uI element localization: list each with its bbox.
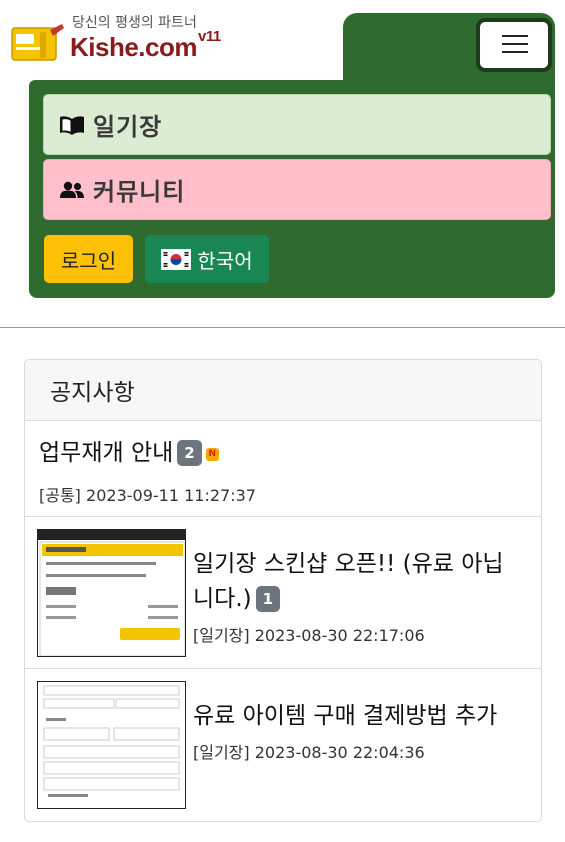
hamburger-bar [502, 43, 528, 45]
comment-count-badge: 2 [177, 440, 202, 466]
site-logo[interactable]: 당신의 평생의 파트너 Kishe.comv11 [10, 10, 230, 72]
language-label: 한국어 [197, 248, 253, 273]
language-button[interactable]: 한국어 [145, 235, 269, 283]
nav-item-diary[interactable]: 일기장 [43, 94, 551, 155]
hamburger-bar [502, 51, 528, 53]
diary-logo-icon [11, 24, 64, 61]
korea-flag-icon [161, 248, 192, 270]
notice-thumbnail[interactable] [37, 681, 186, 809]
login-button[interactable]: 로그인 [44, 235, 133, 283]
version-label: v11 [198, 28, 221, 45]
notice-row[interactable]: 유료 아이템 구매 결제방법 추가 [일기장] 2023-08-30 22:04… [25, 669, 541, 821]
nav-item-community[interactable]: 커뮤니티 [43, 159, 551, 220]
section-divider [0, 327, 565, 328]
new-badge-icon: N [205, 448, 219, 461]
notice-category: [일기장] [193, 743, 250, 762]
notice-card: 공지사항 업무재개 안내 2 N [공통] 2023-09-11 11:27:37 [24, 359, 542, 822]
book-open-icon [60, 115, 84, 135]
notice-thumbnail[interactable] [37, 529, 186, 657]
notice-meta: [공통] 2023-09-11 11:27:37 [39, 482, 256, 506]
site-header: 당신의 평생의 파트너 Kishe.comv11 [0, 0, 565, 93]
brand-name: Kishe.comv11 [70, 28, 221, 62]
nav-item-label: 커뮤니티 [93, 178, 186, 206]
hamburger-menu-icon [502, 35, 528, 37]
notice-datetime: 2023-08-30 22:04:36 [254, 743, 425, 762]
notice-title[interactable]: 유료 아이템 구매 결제방법 추가 [193, 699, 523, 734]
notice-text: 유료 아이템 구매 결제방법 추가 [일기장] 2023-08-30 22:04… [193, 699, 523, 763]
people-icon [60, 181, 84, 198]
notice-datetime: 2023-08-30 22:17:06 [254, 626, 425, 645]
nav-item-label: 일기장 [93, 113, 163, 141]
notice-category: [일기장] [193, 626, 250, 645]
notice-category: [공통] [39, 486, 81, 505]
site-tagline: 당신의 평생의 파트너 [72, 15, 197, 31]
notice-title[interactable]: 일기장 스킨샵 오픈!! (유료 아닙니다.) 1 [193, 547, 523, 617]
notice-meta: [일기장] 2023-08-30 22:17:06 [193, 622, 523, 646]
notice-datetime: 2023-09-11 11:27:37 [86, 486, 256, 505]
thumbnail-image [38, 530, 185, 656]
notice-text: 일기장 스킨샵 오픈!! (유료 아닙니다.) 1 [일기장] 2023-08-3… [193, 547, 523, 646]
notice-row[interactable]: 일기장 스킨샵 오픈!! (유료 아닙니다.) 1 [일기장] 2023-08-3… [25, 517, 541, 669]
nav-panel: 일기장 커뮤니티 로그인 한국어 [29, 80, 555, 298]
notice-title[interactable]: 업무재개 안내 2 N [39, 436, 219, 471]
notice-meta: [일기장] 2023-08-30 22:04:36 [193, 739, 523, 763]
notice-row[interactable]: 업무재개 안내 2 N [공통] 2023-09-11 11:27:37 [25, 422, 541, 517]
comment-count-badge: 1 [255, 586, 281, 612]
thumbnail-image [38, 682, 185, 808]
menu-toggle-button[interactable] [476, 18, 552, 72]
notice-header: 공지사항 [25, 360, 541, 421]
